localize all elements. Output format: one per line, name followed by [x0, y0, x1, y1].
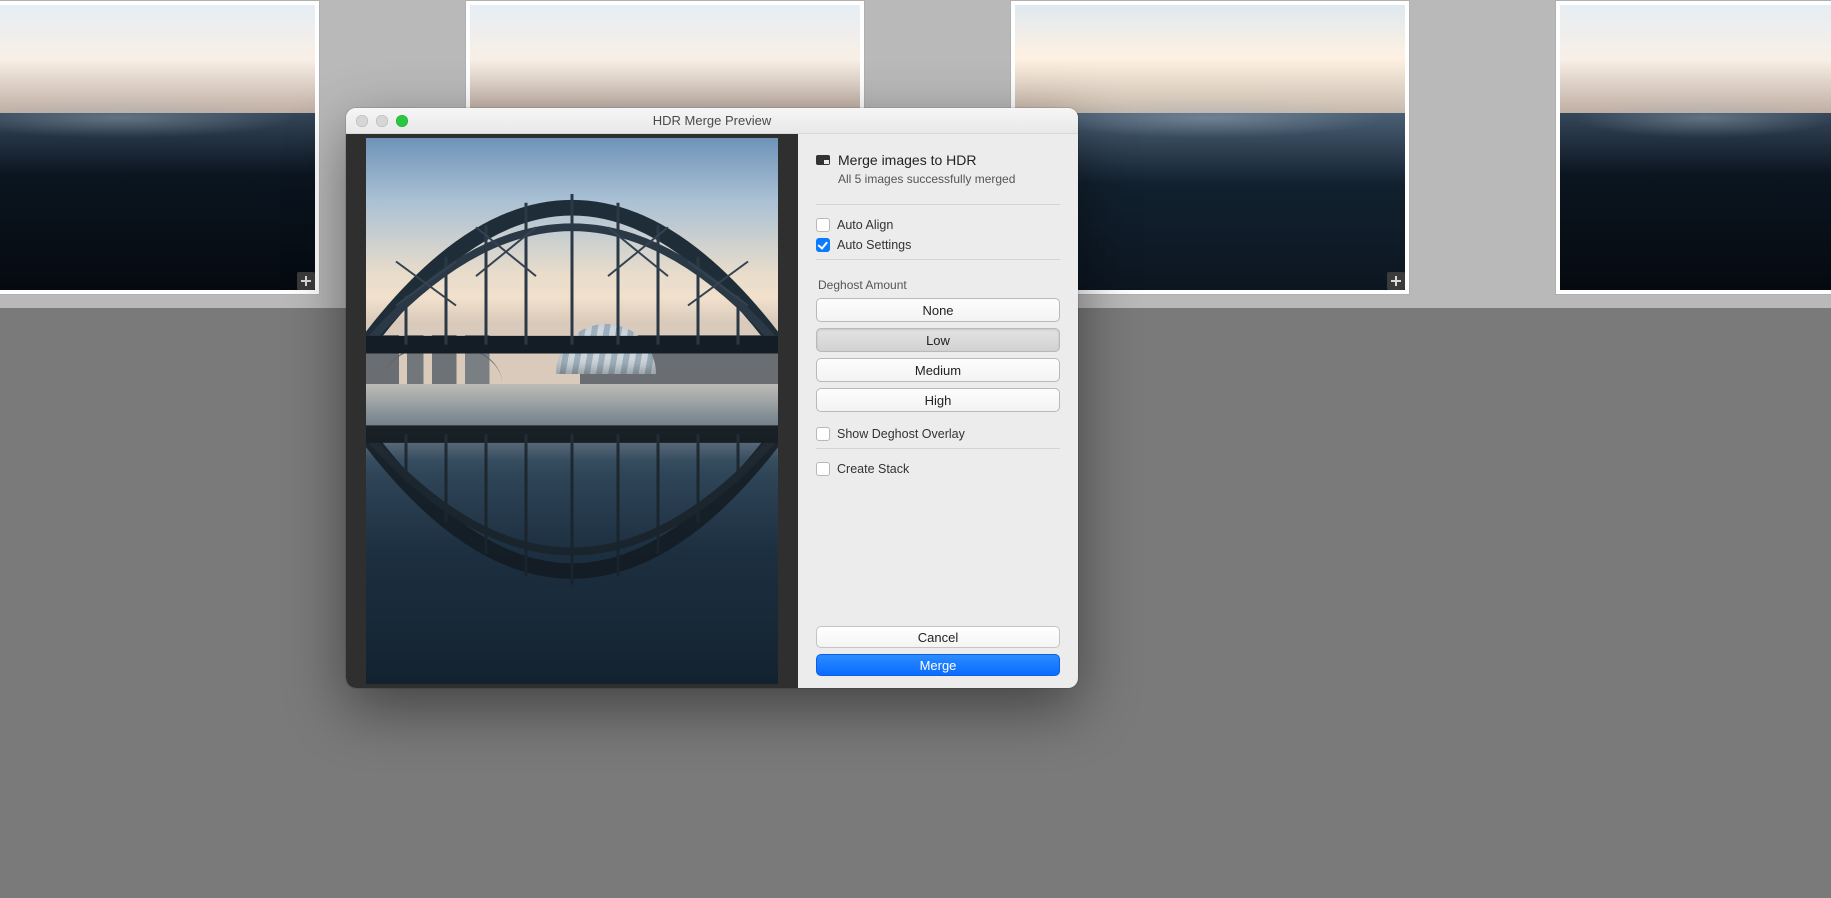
hdr-icon: [816, 155, 830, 165]
auto-align-label: Auto Align: [837, 218, 893, 232]
deghost-high-button[interactable]: High: [816, 388, 1060, 412]
titlebar: HDR Merge Preview: [346, 108, 1078, 134]
window-zoom-icon[interactable]: [396, 115, 408, 127]
show-deghost-overlay-checkbox[interactable]: Show Deghost Overlay: [816, 424, 1060, 444]
auto-settings-checkbox[interactable]: Auto Settings: [816, 235, 1060, 255]
deghost-none-button[interactable]: None: [816, 298, 1060, 322]
adjustments-badge-icon: [297, 272, 315, 290]
divider: [816, 259, 1060, 260]
merge-status-text: All 5 images successfully merged: [838, 172, 1060, 186]
divider: [816, 204, 1060, 205]
cancel-button[interactable]: Cancel: [816, 626, 1060, 648]
adjustments-badge-icon: [1387, 272, 1405, 290]
deghost-medium-button[interactable]: Medium: [816, 358, 1060, 382]
merge-button[interactable]: Merge: [816, 654, 1060, 676]
deghost-amount-label: Deghost Amount: [818, 278, 1060, 292]
show-deghost-overlay-label: Show Deghost Overlay: [837, 427, 965, 441]
window-close-icon[interactable]: [356, 115, 368, 127]
merge-preview-image: [366, 138, 778, 684]
preview-pane: [346, 134, 798, 688]
hdr-merge-dialog: HDR Merge Preview: [346, 108, 1078, 688]
deghost-low-button[interactable]: Low: [816, 328, 1060, 352]
create-stack-checkbox[interactable]: Create Stack: [816, 459, 1060, 479]
thumbnail[interactable]: [0, 0, 320, 295]
auto-align-checkbox[interactable]: Auto Align: [816, 215, 1060, 235]
auto-settings-label: Auto Settings: [837, 238, 911, 252]
section-title: Merge images to HDR: [838, 152, 977, 168]
thumbnail[interactable]: [1555, 0, 1831, 295]
create-stack-label: Create Stack: [837, 462, 909, 476]
window-minimize-icon[interactable]: [376, 115, 388, 127]
controls-pane: Merge images to HDR All 5 images success…: [798, 134, 1078, 688]
divider: [816, 448, 1060, 449]
window-title: HDR Merge Preview: [346, 113, 1078, 128]
